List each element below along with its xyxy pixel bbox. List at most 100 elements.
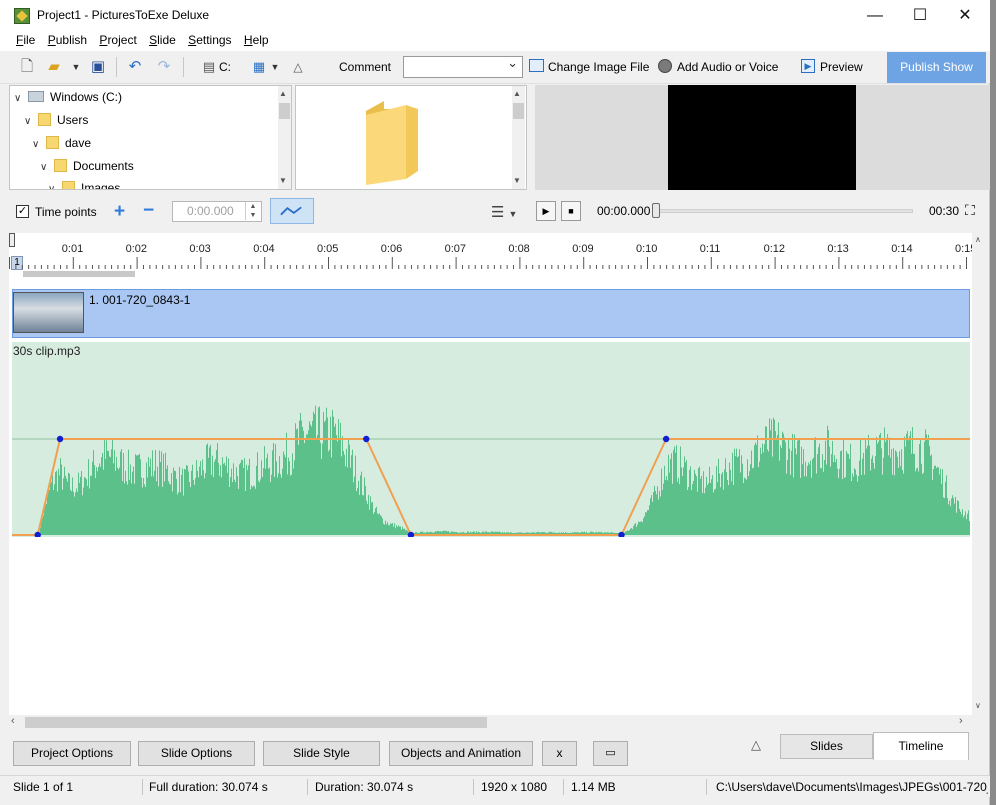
chevron-down-icon[interactable]: ▼ (266, 58, 284, 76)
ruler-label: 0:09 (572, 243, 594, 255)
folder-icon (46, 136, 59, 149)
save-icon[interactable]: ▣ (89, 58, 107, 76)
tree-scrollbar[interactable]: ▲ ▼ (278, 86, 291, 189)
close-button[interactable]: ✕ (942, 0, 988, 31)
ruler-label: 0:14 (891, 243, 913, 255)
seek-bar[interactable] (654, 209, 913, 213)
chevron-down-icon[interactable]: ∨ (40, 157, 54, 179)
time-points-checkbox[interactable]: ✓ (16, 205, 29, 218)
add-point-icon[interactable]: + (114, 201, 125, 223)
seek-thumb[interactable] (652, 203, 660, 218)
ruler-label: 0:03 (189, 243, 211, 255)
menu-project[interactable]: Project (99, 31, 136, 47)
tree-item-label: Images (81, 181, 121, 190)
chevron-down-icon[interactable]: ∨ (32, 134, 46, 156)
undo-icon[interactable]: ↶ (126, 58, 144, 76)
menu-publish[interactable]: Publish (48, 31, 87, 47)
publish-show-button[interactable]: Publish Show (887, 52, 986, 83)
change-image-icon[interactable] (529, 59, 544, 72)
add-audio-button[interactable]: Add Audio or Voice (677, 60, 778, 74)
remove-point-icon[interactable]: − (143, 200, 154, 222)
tree-item-documents[interactable]: ∨ Documents (40, 155, 134, 177)
status-resolution: 1920 x 1080 (481, 780, 548, 794)
time-spinner[interactable]: ▲ ▼ (245, 202, 260, 220)
tab-slides[interactable]: Slides (780, 734, 873, 759)
scroll-right-icon[interactable]: › (959, 715, 963, 727)
preview-button[interactable]: Preview (820, 60, 863, 74)
envelope-point[interactable] (56, 435, 64, 443)
menu-slide[interactable]: Slide (149, 31, 176, 47)
new-file-icon[interactable]: 🗋 (18, 58, 36, 76)
open-folder-icon[interactable]: ▰ (45, 58, 63, 76)
tree-item-images[interactable]: ∨ Images (48, 177, 121, 190)
scroll-down-icon[interactable]: ▼ (279, 176, 287, 185)
slide-options-button[interactable]: Slide Options (138, 741, 255, 766)
status-separator (307, 779, 308, 795)
audio-waveform[interactable] (12, 342, 970, 537)
chevron-down-icon[interactable]: ▼ (67, 58, 85, 76)
audio-track-label: 30s clip.mp3 (13, 344, 81, 358)
timeline-panel[interactable]: 1 0:01 0:02 0:03 0:04 0:05 0:06 0:07 0:08 0:09 0:… (9, 233, 972, 715)
scroll-down-icon[interactable]: ▼ (513, 176, 521, 185)
change-image-button[interactable]: Change Image File (548, 60, 649, 74)
timeline-vertical-scrollbar[interactable]: ∧ ∨ (972, 233, 986, 715)
menu-settings[interactable]: Settings (188, 31, 231, 47)
scroll-down-icon[interactable]: ∨ (975, 701, 981, 710)
tab-timeline[interactable]: Timeline (873, 732, 969, 760)
menu-list-icon[interactable]: ☰ ▼ (491, 203, 517, 221)
scroll-thumb[interactable] (279, 103, 290, 119)
tree-item-label: Users (57, 113, 89, 127)
status-bar: Slide 1 of 1 Full duration: 30.074 s Dur… (0, 775, 990, 797)
menu-help[interactable]: Help (244, 31, 269, 47)
fullscreen-icon[interactable]: ⛶ (965, 202, 975, 219)
chevron-down-icon[interactable]: ∨ (14, 88, 28, 110)
envelope-point[interactable] (363, 435, 370, 443)
maximize-button[interactable]: ☐ (897, 0, 943, 31)
scroll-up-icon[interactable]: ▲ (279, 89, 287, 98)
sort-icon[interactable]: △ (289, 58, 307, 76)
tree-item-label: Windows (C:) (50, 90, 123, 104)
collapse-up-icon[interactable]: △ (751, 737, 761, 753)
current-time: 00:00.000 (597, 204, 651, 218)
envelope-point[interactable] (662, 435, 670, 443)
ruler-scroll-thumb[interactable] (23, 271, 135, 277)
chevron-down-icon[interactable]: ∨ (24, 111, 38, 133)
slide-style-button[interactable]: Slide Style (263, 741, 380, 766)
timeline-horizontal-scrollbar[interactable]: ‹ › (9, 715, 972, 730)
scroll-thumb[interactable] (513, 103, 524, 119)
slide-thumbnail[interactable] (13, 292, 84, 333)
audio-icon[interactable] (658, 59, 672, 73)
minimize-button[interactable]: — (852, 0, 898, 31)
objects-animation-button[interactable]: Objects and Animation (389, 741, 533, 766)
tree-item-drive[interactable]: ∨ Windows (C:) (14, 86, 122, 108)
close-x-button[interactable]: x (542, 741, 577, 766)
tree-item-users[interactable]: ∨ Users (24, 109, 88, 131)
horizontal-scroll-thumb[interactable] (25, 717, 487, 728)
comment-select[interactable] (403, 55, 523, 78)
menu-file[interactable]: File (16, 31, 35, 47)
redo-icon[interactable]: ↷ (155, 58, 173, 76)
drive-icon[interactable]: ▤ (200, 58, 218, 76)
drive-label[interactable]: C: (219, 60, 231, 74)
envelope-point[interactable] (618, 531, 625, 537)
project-options-button[interactable]: Project Options (13, 741, 131, 766)
total-time: 00:30 (929, 204, 960, 218)
play-button[interactable]: ▶ (536, 201, 556, 221)
tray-icon[interactable]: ▭ (593, 741, 628, 766)
scroll-up-icon[interactable]: ▲ (513, 89, 521, 98)
playhead-marker[interactable] (9, 233, 15, 247)
scroll-left-icon[interactable]: ‹ (11, 715, 15, 727)
time-ruler[interactable]: 1 0:01 0:02 0:03 0:04 0:05 0:06 0:07 0:08 0:09 0:… (9, 233, 972, 285)
folder-icon[interactable] (362, 97, 422, 185)
app-icon (14, 8, 30, 24)
envelope-toggle-icon[interactable] (270, 198, 314, 224)
files-scrollbar[interactable]: ▲ ▼ (512, 86, 525, 189)
status-separator (706, 779, 707, 795)
envelope-point[interactable] (34, 531, 41, 537)
preview-icon[interactable]: ▶ (801, 59, 815, 73)
preview-image (668, 85, 856, 190)
stop-button[interactable]: ■ (561, 201, 581, 221)
chevron-down-icon[interactable]: ∨ (48, 179, 62, 189)
tree-item-dave[interactable]: ∨ dave (32, 132, 91, 154)
scroll-up-icon[interactable]: ∧ (975, 235, 981, 244)
